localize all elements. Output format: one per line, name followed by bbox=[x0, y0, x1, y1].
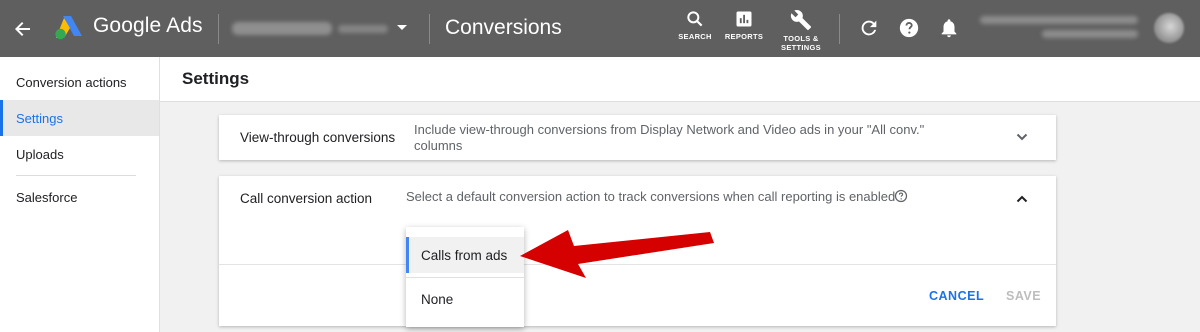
save-button[interactable]: SAVE bbox=[1006, 289, 1041, 303]
call-conversion-title: Call conversion action bbox=[240, 191, 373, 206]
search-tool-button[interactable]: SEARCH bbox=[676, 9, 714, 53]
search-icon bbox=[687, 11, 703, 27]
cancel-button[interactable]: CANCEL bbox=[929, 289, 984, 303]
wrench-icon bbox=[790, 10, 812, 31]
top-app-bar: Google Ads Conversions SEARCH REPORTS TO… bbox=[0, 0, 1200, 57]
view-through-conversions-card[interactable]: View-through conversions Include view-th… bbox=[219, 115, 1056, 160]
notifications-bell-icon[interactable] bbox=[938, 17, 960, 39]
chevron-down-icon[interactable] bbox=[1014, 129, 1030, 145]
section-title: Settings bbox=[182, 69, 250, 88]
sidebar-item-settings[interactable]: Settings bbox=[0, 100, 159, 136]
divider bbox=[218, 14, 219, 44]
sidebar-item-conversion-actions[interactable]: Conversion actions bbox=[0, 64, 159, 100]
account-id-redacted bbox=[338, 25, 388, 33]
conversion-action-dropdown: Calls from ads None bbox=[406, 227, 524, 327]
view-through-title: View-through conversions bbox=[240, 130, 396, 145]
sidebar-divider bbox=[16, 175, 136, 176]
help-circle-icon[interactable] bbox=[894, 189, 908, 203]
red-annotation-arrow-icon bbox=[520, 230, 714, 278]
divider bbox=[429, 14, 430, 44]
page-title: Conversions bbox=[445, 16, 562, 39]
option-none[interactable]: None bbox=[406, 281, 524, 317]
tools-settings-label: TOOLS & SETTINGS bbox=[781, 34, 821, 52]
user-email-redacted bbox=[1042, 30, 1138, 38]
reports-tool-button[interactable]: REPORTS bbox=[724, 9, 764, 53]
sidebar-item-uploads[interactable]: Uploads bbox=[0, 136, 159, 172]
dropdown-caret-icon bbox=[397, 25, 407, 30]
account-name-redacted bbox=[232, 22, 332, 35]
sidebar-item-salesforce[interactable]: Salesforce bbox=[0, 179, 159, 215]
back-arrow-icon[interactable] bbox=[8, 14, 38, 44]
chevron-up-icon[interactable] bbox=[1014, 191, 1030, 207]
google-ads-logo-icon[interactable] bbox=[54, 14, 84, 40]
search-tool-label: SEARCH bbox=[678, 32, 712, 41]
call-conversion-description: Select a default conversion action to tr… bbox=[406, 189, 896, 204]
refresh-icon[interactable] bbox=[858, 17, 880, 39]
view-through-description: Include view-through conversions from Di… bbox=[414, 122, 925, 153]
avatar[interactable] bbox=[1154, 13, 1184, 43]
side-navigation: Conversion actions Settings Uploads Sale… bbox=[0, 57, 160, 332]
divider bbox=[839, 14, 840, 44]
user-info-redacted[interactable] bbox=[980, 14, 1140, 42]
help-icon[interactable] bbox=[898, 17, 920, 39]
menu-divider bbox=[406, 277, 524, 278]
main-header: Settings bbox=[160, 57, 1200, 102]
account-selector[interactable] bbox=[232, 18, 407, 40]
tools-settings-button[interactable]: TOOLS & SETTINGS bbox=[778, 9, 824, 53]
brand-name: Google Ads bbox=[93, 14, 203, 37]
option-calls-from-ads[interactable]: Calls from ads bbox=[406, 237, 524, 273]
user-name-redacted bbox=[980, 16, 1138, 24]
reports-icon bbox=[736, 11, 752, 27]
reports-tool-label: REPORTS bbox=[724, 32, 764, 41]
